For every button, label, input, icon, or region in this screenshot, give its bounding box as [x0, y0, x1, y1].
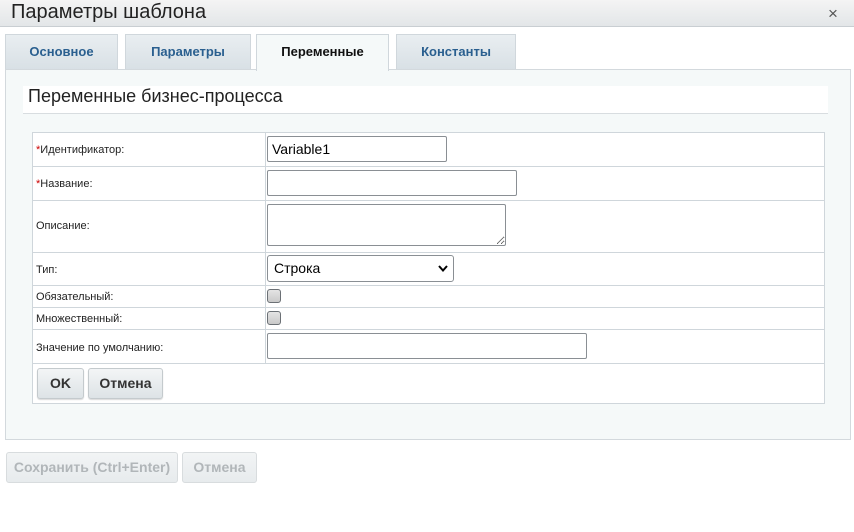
type-label: Тип: — [36, 264, 58, 276]
form-row-required: Обязательный: — [33, 286, 824, 308]
identifier-input[interactable] — [267, 136, 447, 162]
dialog-titlebar: Параметры шаблона × — [0, 0, 854, 27]
form-row-description: Описание: — [33, 201, 824, 253]
chevron-down-icon — [438, 265, 448, 273]
tab-constants[interactable]: Константы — [396, 34, 516, 70]
dialog-title: Параметры шаблона — [11, 1, 207, 23]
tab-parameters[interactable]: Параметры — [125, 34, 251, 70]
required-checkbox[interactable] — [267, 289, 281, 303]
close-icon[interactable]: × — [825, 4, 841, 24]
tab-general[interactable]: Основное — [5, 34, 118, 70]
variable-form: *Идентификатор: *Название: Описание: Тип… — [32, 132, 825, 404]
ok-button[interactable]: OK — [37, 368, 84, 399]
tab-bar: Основное Параметры Переменные Константы — [5, 34, 850, 71]
name-label: *Название: — [36, 178, 93, 190]
default-value-label: Значение по умолчанию: — [36, 342, 164, 354]
multiple-label: Множественный: — [36, 313, 123, 325]
type-select[interactable]: Строка — [267, 255, 454, 282]
save-button[interactable]: Сохранить (Ctrl+Enter) — [6, 452, 178, 483]
tab-variables[interactable]: Переменные — [256, 34, 389, 71]
identifier-label: *Идентификатор: — [36, 144, 125, 156]
description-label: Описание: — [36, 220, 90, 232]
multiple-checkbox[interactable] — [267, 311, 281, 325]
name-input[interactable] — [267, 170, 517, 196]
default-value-input[interactable] — [267, 333, 587, 359]
dialog-cancel-button[interactable]: Отмена — [182, 452, 257, 483]
form-cancel-button[interactable]: Отмена — [88, 368, 163, 399]
form-row-identifier: *Идентификатор: — [33, 133, 824, 167]
section-header: Переменные бизнес-процесса — [23, 86, 828, 114]
description-textarea[interactable] — [267, 204, 506, 246]
form-row-multiple: Множественный: — [33, 308, 824, 330]
form-row-name: *Название: — [33, 167, 824, 201]
type-select-value: Строка — [274, 260, 321, 276]
required-label: Обязательный: — [36, 291, 114, 303]
section-title: Переменные бизнес-процесса — [28, 86, 283, 106]
form-row-type: Тип: Строка — [33, 253, 824, 286]
form-row-default-value: Значение по умолчанию: — [33, 330, 824, 364]
